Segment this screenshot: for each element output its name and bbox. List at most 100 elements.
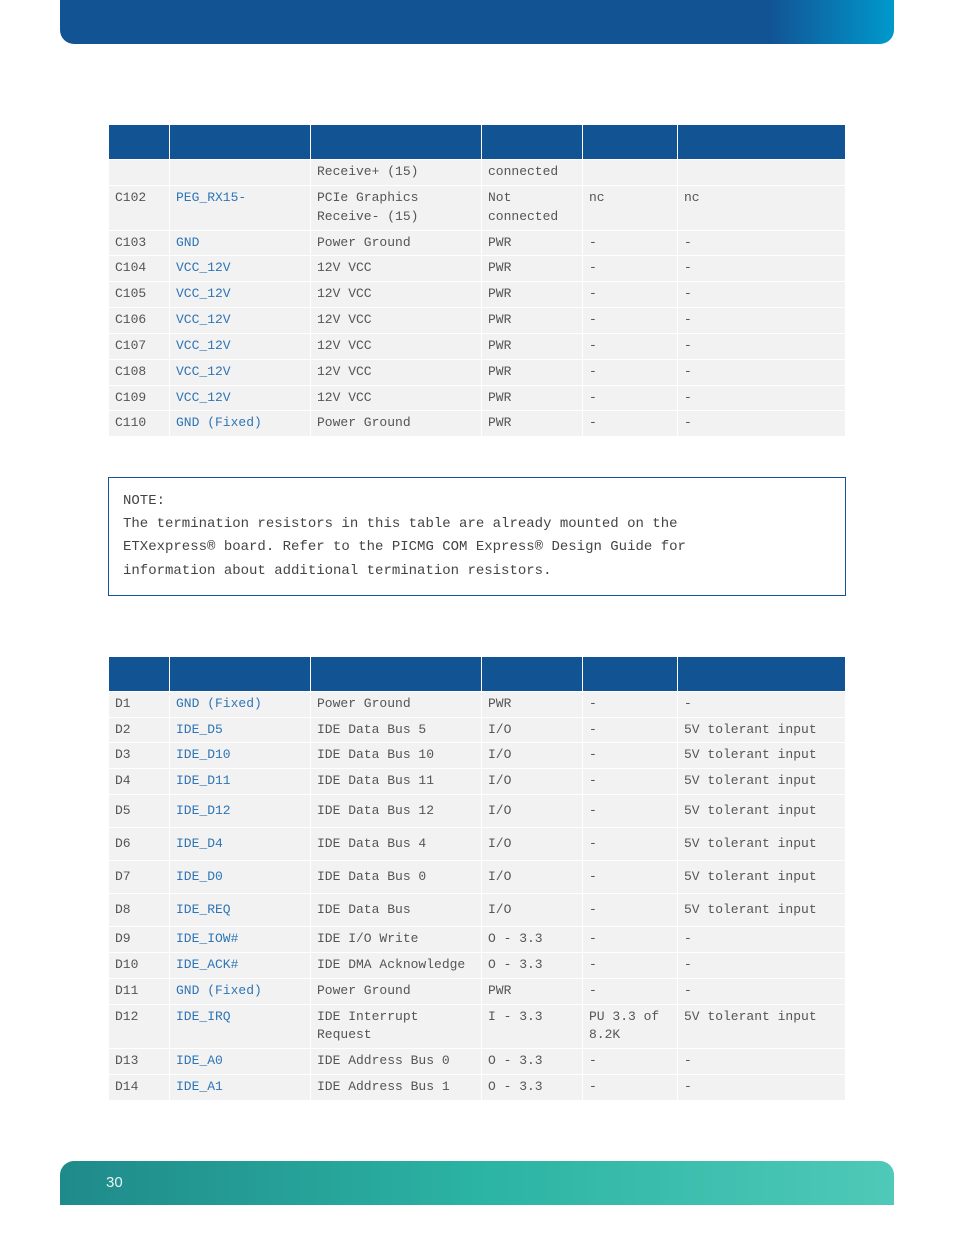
cell-type: I/O <box>482 769 583 795</box>
table-header-row <box>109 125 846 160</box>
cell-type: O - 3.3 <box>482 927 583 953</box>
table-row: D13IDE_A0IDE Address Bus 0O - 3.3-- <box>109 1049 846 1075</box>
cell-type: PWR <box>482 230 583 256</box>
table-header <box>583 125 678 160</box>
cell-termination: - <box>583 769 678 795</box>
cell-description: IDE DMA Acknowledge <box>311 952 482 978</box>
note-label: NOTE: <box>123 490 177 513</box>
cell-comment: - <box>678 308 846 334</box>
cell-pin: D11 <box>109 978 170 1004</box>
cell-termination: - <box>583 385 678 411</box>
cell-description: IDE Address Bus 0 <box>311 1049 482 1075</box>
cell-description: IDE Interrupt Request <box>311 1004 482 1049</box>
cell-pin: C105 <box>109 282 170 308</box>
cell-type: PWR <box>482 359 583 385</box>
cell-pin: D4 <box>109 769 170 795</box>
cell-comment: 5V tolerant input <box>678 717 846 743</box>
cell-type: PWR <box>482 385 583 411</box>
cell-signal: GND <box>170 230 311 256</box>
cell-termination: - <box>583 717 678 743</box>
cell-pin <box>109 160 170 186</box>
cell-type: PWR <box>482 691 583 717</box>
table-row: D10IDE_ACK#IDE DMA AcknowledgeO - 3.3-- <box>109 952 846 978</box>
table-header <box>583 656 678 691</box>
table-row: C110GND (Fixed)Power GroundPWR-- <box>109 411 846 437</box>
table-header <box>170 125 311 160</box>
cell-comment: 5V tolerant input <box>678 743 846 769</box>
cell-description: IDE I/O Write <box>311 927 482 953</box>
cell-comment: 5V tolerant input <box>678 861 846 894</box>
cell-signal: IDE_D0 <box>170 861 311 894</box>
cell-comment: - <box>678 1075 846 1101</box>
cell-pin: C107 <box>109 333 170 359</box>
cell-comment: - <box>678 230 846 256</box>
cell-type: I/O <box>482 861 583 894</box>
cell-termination: - <box>583 861 678 894</box>
cell-signal: IDE_IOW# <box>170 927 311 953</box>
cell-termination: - <box>583 359 678 385</box>
table-header <box>311 125 482 160</box>
cell-type: PWR <box>482 308 583 334</box>
cell-signal: IDE_D11 <box>170 769 311 795</box>
cell-termination: nc <box>583 185 678 230</box>
cell-type: I/O <box>482 795 583 828</box>
cell-comment: - <box>678 256 846 282</box>
cell-description: 12V VCC <box>311 359 482 385</box>
cell-signal: IDE_D10 <box>170 743 311 769</box>
table-row: D7IDE_D0IDE Data Bus 0I/O-5V tolerant in… <box>109 861 846 894</box>
table-row: D1GND (Fixed)Power GroundPWR-- <box>109 691 846 717</box>
table-header <box>109 656 170 691</box>
cell-signal: IDE_D12 <box>170 795 311 828</box>
cell-type: O - 3.3 <box>482 952 583 978</box>
table-header <box>678 125 846 160</box>
cell-type: PWR <box>482 256 583 282</box>
cell-description: IDE Data Bus 12 <box>311 795 482 828</box>
note-body: The termination resistors in this table … <box>123 513 771 582</box>
table-row: C104VCC_12V12V VCCPWR-- <box>109 256 846 282</box>
table-row: D4IDE_D11IDE Data Bus 11I/O-5V tolerant … <box>109 769 846 795</box>
cell-description: IDE Address Bus 1 <box>311 1075 482 1101</box>
cell-description: Power Ground <box>311 691 482 717</box>
cell-type: PWR <box>482 333 583 359</box>
cell-termination: - <box>583 927 678 953</box>
cell-comment: 5V tolerant input <box>678 1004 846 1049</box>
cell-signal: GND (Fixed) <box>170 411 311 437</box>
cell-pin: D3 <box>109 743 170 769</box>
cell-pin: C103 <box>109 230 170 256</box>
cell-pin: C106 <box>109 308 170 334</box>
cell-termination: - <box>583 894 678 927</box>
cell-signal: GND (Fixed) <box>170 978 311 1004</box>
cell-termination: - <box>583 828 678 861</box>
table-header <box>311 656 482 691</box>
cell-comment: nc <box>678 185 846 230</box>
table-row: D9IDE_IOW#IDE I/O WriteO - 3.3-- <box>109 927 846 953</box>
table-header <box>482 125 583 160</box>
cell-signal: IDE_D5 <box>170 717 311 743</box>
cell-pin: D1 <box>109 691 170 717</box>
cell-description: 12V VCC <box>311 282 482 308</box>
cell-signal: IDE_A0 <box>170 1049 311 1075</box>
cell-signal: IDE_A1 <box>170 1075 311 1101</box>
cell-termination: - <box>583 1075 678 1101</box>
cell-comment: 5V tolerant input <box>678 894 846 927</box>
page-content: Receive+ (15)connectedC102PEG_RX15-PCIe … <box>0 44 954 1161</box>
cell-pin: D7 <box>109 861 170 894</box>
cell-description: Power Ground <box>311 411 482 437</box>
cell-description: IDE Data Bus 0 <box>311 861 482 894</box>
cell-pin: D6 <box>109 828 170 861</box>
cell-signal: VCC_12V <box>170 308 311 334</box>
cell-signal: GND (Fixed) <box>170 691 311 717</box>
cell-pin: D10 <box>109 952 170 978</box>
table-row: C108VCC_12V12V VCCPWR-- <box>109 359 846 385</box>
table-header <box>109 125 170 160</box>
page-number: 30 <box>106 1174 123 1191</box>
table-row: C106VCC_12V12V VCCPWR-- <box>109 308 846 334</box>
cell-termination: - <box>583 308 678 334</box>
cell-pin: C102 <box>109 185 170 230</box>
cell-comment: - <box>678 978 846 1004</box>
cell-pin: C108 <box>109 359 170 385</box>
cell-termination: PU 3.3 of 8.2K <box>583 1004 678 1049</box>
cell-pin: D13 <box>109 1049 170 1075</box>
cell-signal: PEG_RX15- <box>170 185 311 230</box>
cell-comment: - <box>678 927 846 953</box>
